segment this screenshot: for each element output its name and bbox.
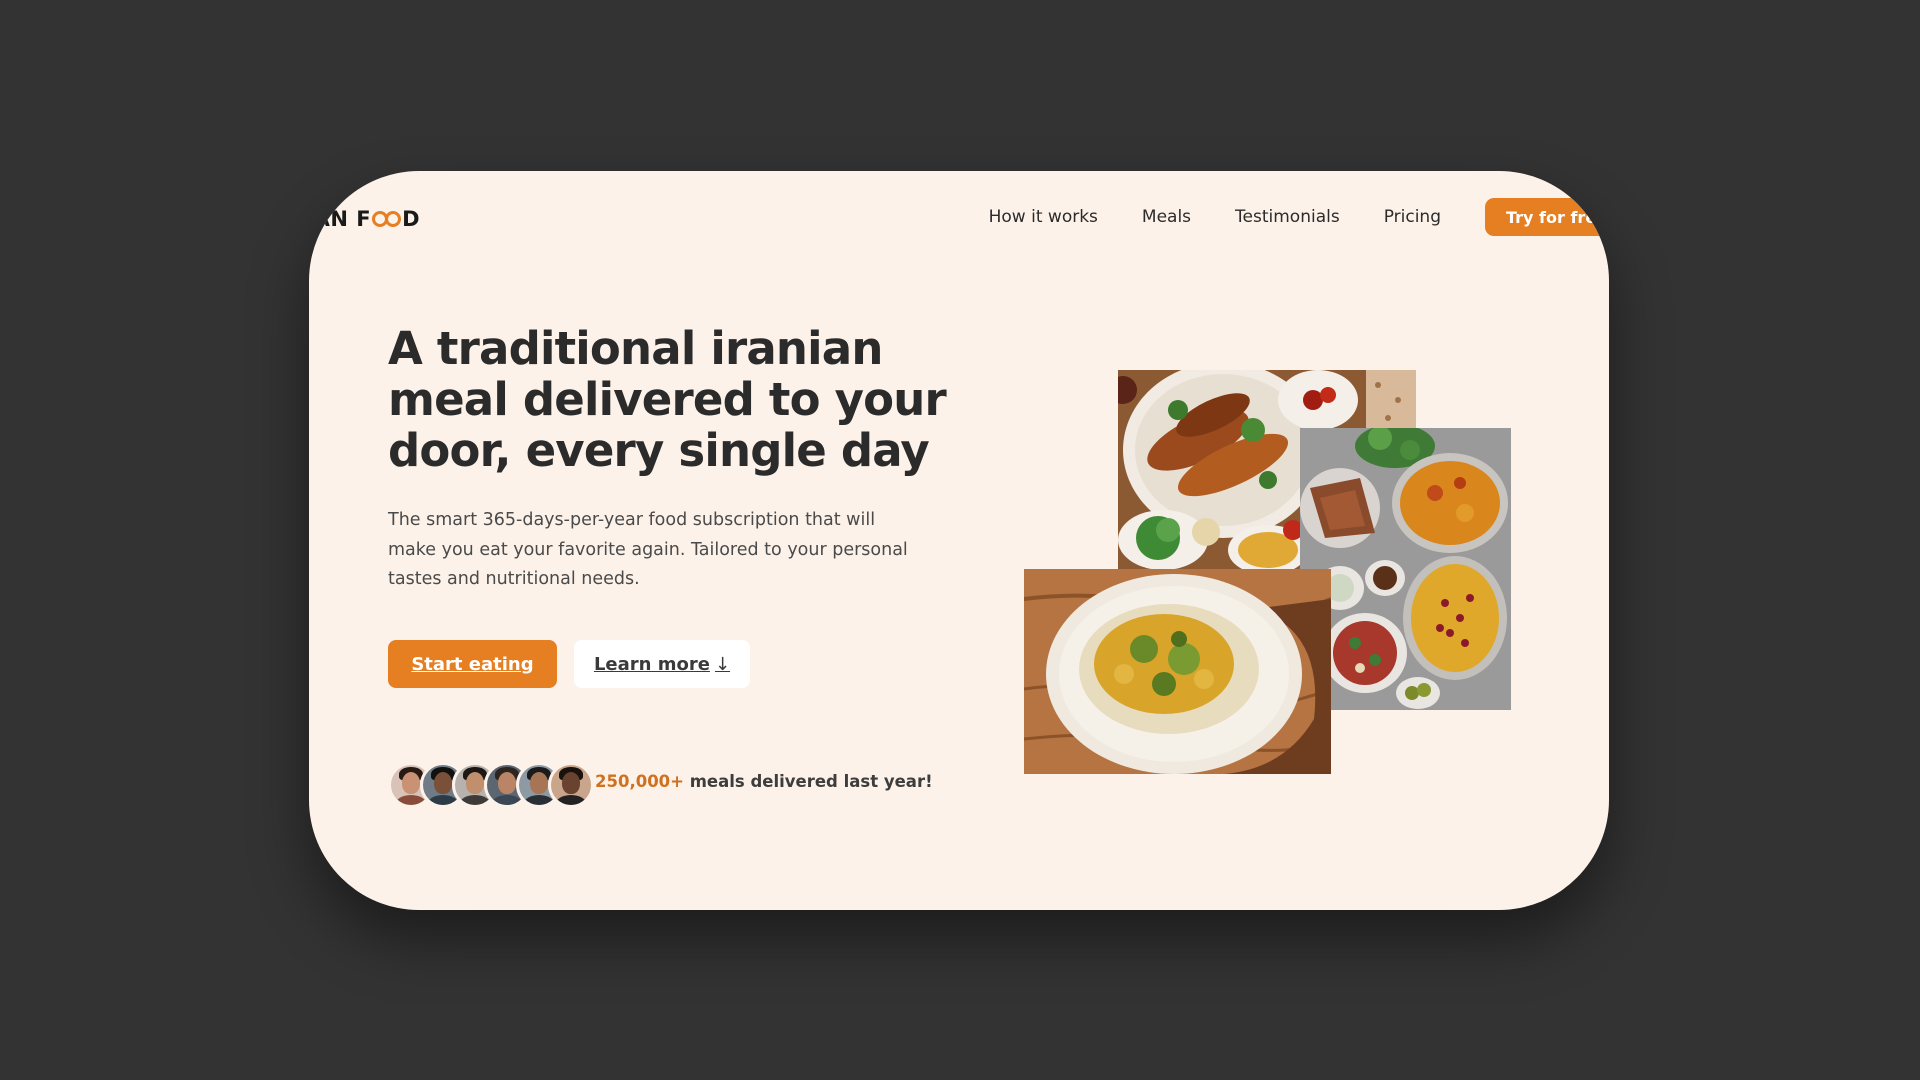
- customer-avatars: [388, 762, 594, 808]
- persian-spread-image: [1300, 428, 1511, 710]
- hero-description: The smart 365-days-per-year food subscri…: [388, 510, 908, 589]
- try-for-free-button[interactable]: Try for free: [1485, 198, 1609, 236]
- nav-link-pricing[interactable]: Pricing: [1384, 207, 1441, 227]
- logo[interactable]: RAN F D: [309, 202, 420, 236]
- nav-link-testimonials[interactable]: Testimonials: [1235, 207, 1340, 227]
- meals-count-label: meals delivered last year!: [689, 772, 933, 791]
- logo-text-prefix: RAN F: [309, 207, 372, 231]
- logo-text-suffix: D: [402, 207, 421, 231]
- stage: RAN F D How it works Meals Testimonials …: [0, 0, 1920, 1080]
- meals-count: 250,000+: [595, 772, 684, 791]
- hero-title: A traditional iranian meal delivered to …: [388, 322, 947, 477]
- learn-more-label: Learn more: [593, 653, 710, 675]
- start-eating-button[interactable]: Start eating: [388, 640, 557, 688]
- meals-delivered-stat: 250,000+ meals delivered last year!: [595, 772, 933, 791]
- herbed-rice-plate-image: [1024, 569, 1331, 774]
- main-nav: How it works Meals Testimonials Pricing …: [989, 197, 1609, 237]
- logo-rings-icon: [372, 211, 402, 227]
- nav-link-how-it-works[interactable]: How it works: [989, 207, 1098, 227]
- learn-more-button[interactable]: Learn more ↓: [574, 640, 750, 688]
- arrow-down-icon: ↓: [714, 653, 731, 675]
- avatar: [548, 762, 594, 808]
- nav-link-meals[interactable]: Meals: [1142, 207, 1191, 227]
- landing-page-card: RAN F D How it works Meals Testimonials …: [309, 171, 1609, 910]
